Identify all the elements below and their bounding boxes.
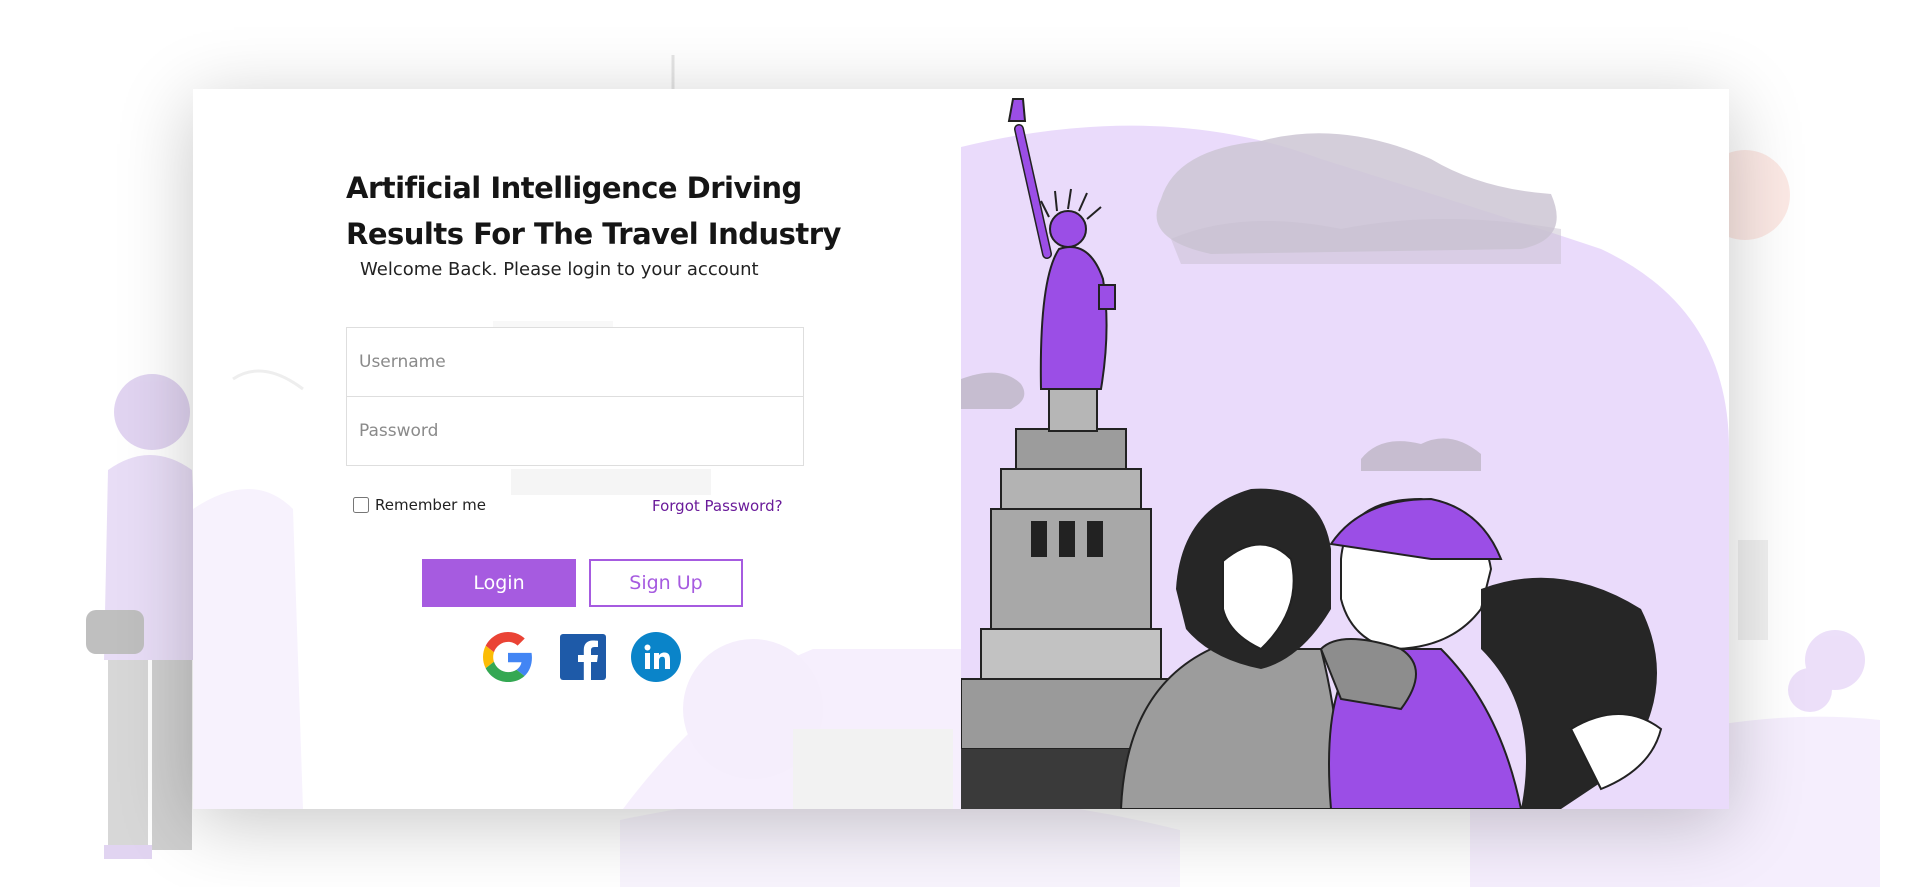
forgot-password-link[interactable]: Forgot Password? (652, 497, 783, 515)
username-field-wrapper (346, 327, 804, 397)
login-panel: Artificial Intelligence Driving Results … (193, 89, 961, 809)
headline-line-2: Results For The Travel Industry (346, 217, 841, 251)
username-input[interactable] (347, 328, 803, 396)
google-icon[interactable] (483, 632, 533, 682)
welcome-subtitle: Welcome Back. Please login to your accou… (360, 259, 759, 280)
remember-me-checkbox[interactable] (353, 497, 369, 513)
login-button[interactable]: Login (422, 559, 576, 607)
remember-me-label[interactable]: Remember me (375, 496, 486, 514)
facebook-icon[interactable] (558, 632, 608, 682)
hero-illustration (961, 89, 1729, 809)
statue-of-liberty-icon (961, 98, 1729, 809)
login-card: Artificial Intelligence Driving Results … (193, 89, 1729, 809)
password-input[interactable] (347, 397, 803, 465)
password-field-wrapper (346, 396, 804, 466)
headline-line-1: Artificial Intelligence Driving (346, 171, 802, 205)
sign-up-button[interactable]: Sign Up (589, 559, 743, 607)
linkedin-icon[interactable] (631, 632, 681, 682)
remember-me-group: Remember me (353, 496, 486, 514)
background-person-icon (86, 374, 200, 859)
page-title: Artificial Intelligence Driving Results … (346, 165, 866, 257)
